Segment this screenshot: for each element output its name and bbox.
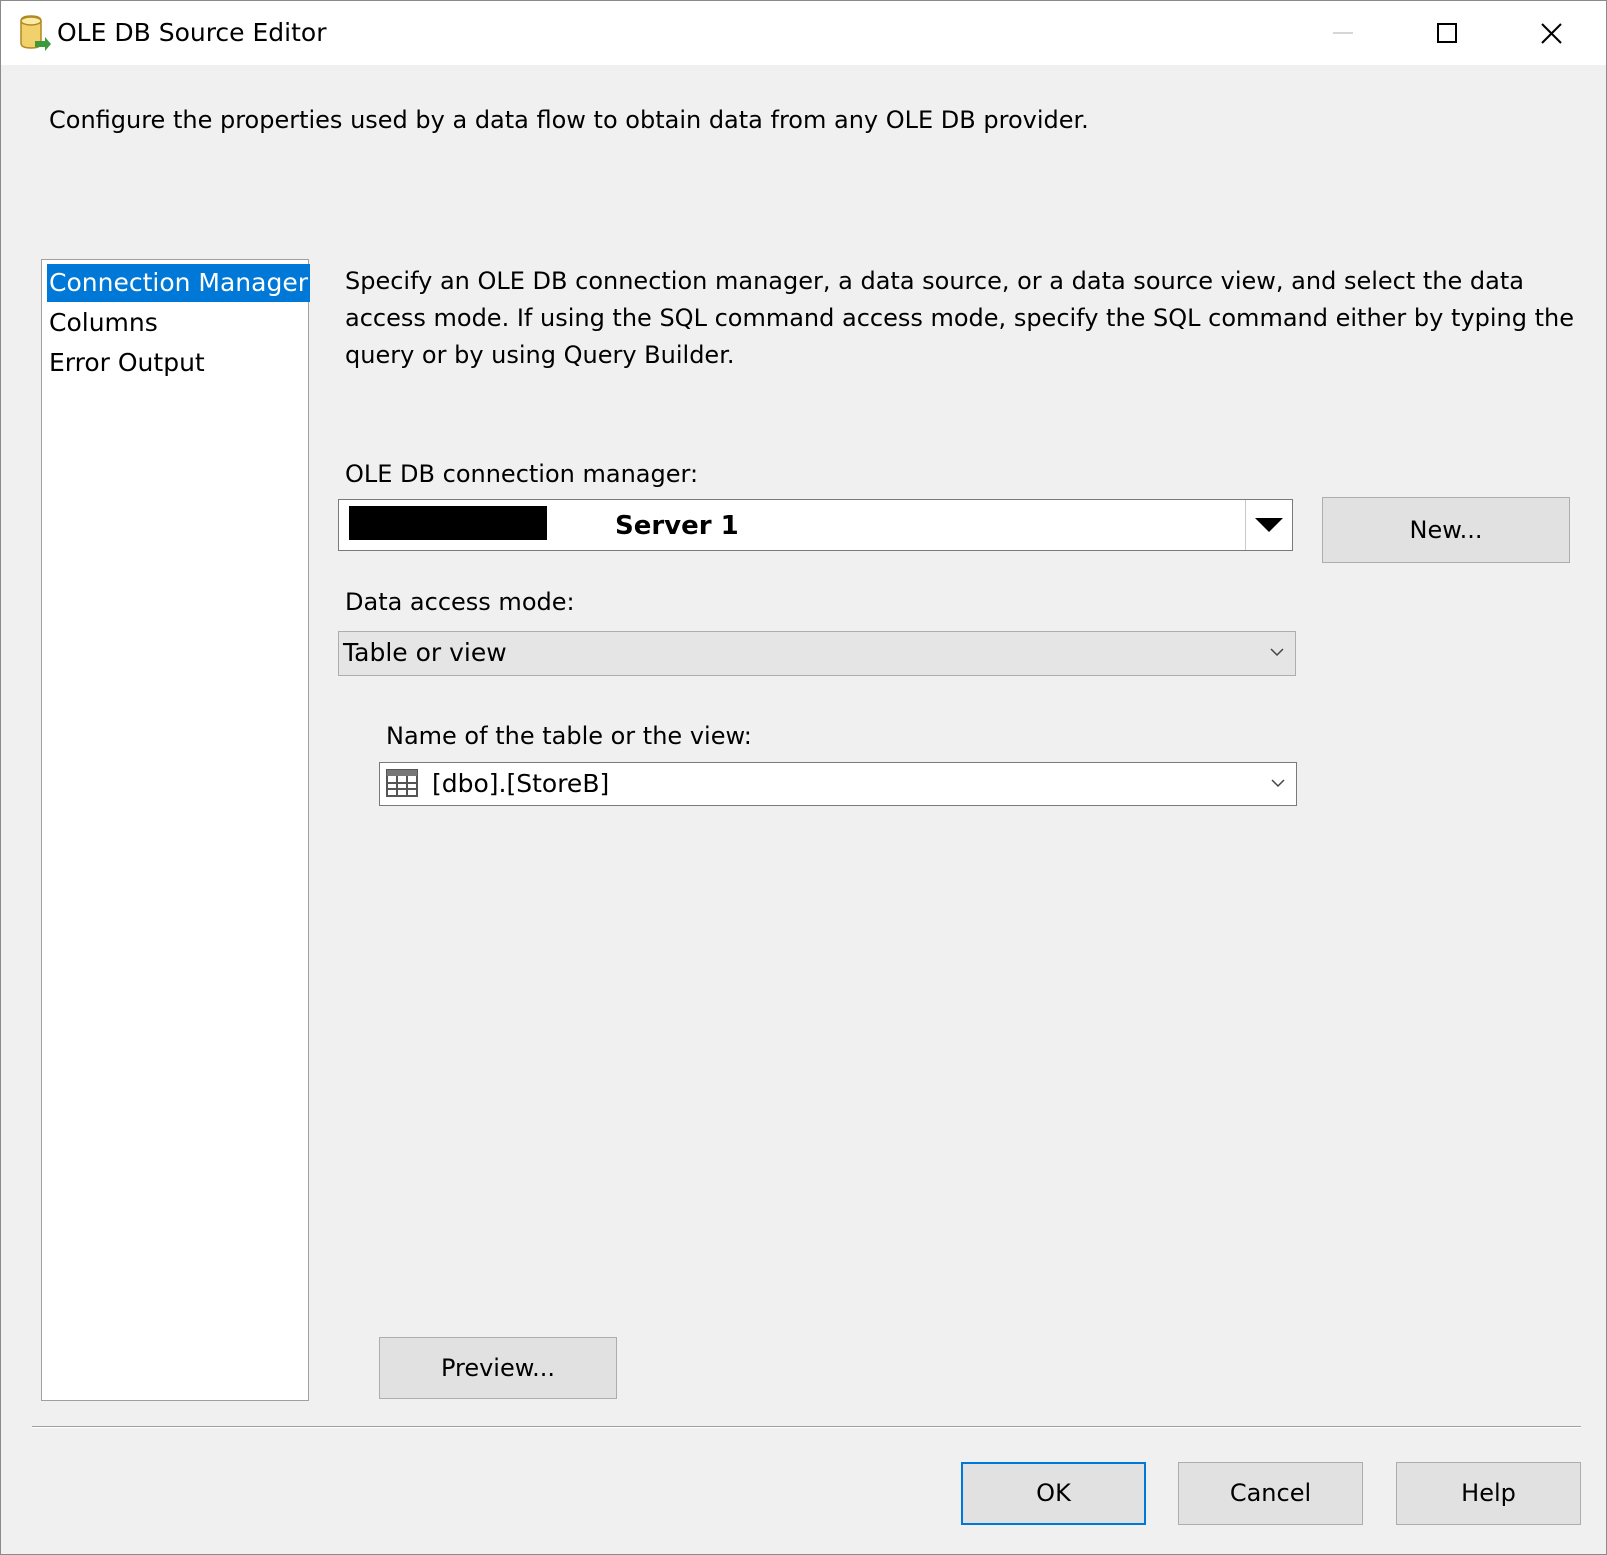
access-mode-select[interactable]: Table or view	[338, 631, 1296, 676]
page-navigation-list: Connection Manager Columns Error Output	[41, 259, 310, 1401]
cancel-button[interactable]: Cancel	[1178, 1462, 1363, 1525]
new-connection-button[interactable]: New...	[1322, 497, 1570, 563]
dropdown-triangle-icon	[1255, 518, 1283, 532]
redacted-box	[349, 506, 547, 540]
table-name-select[interactable]: [dbo].[StoreB]	[379, 762, 1297, 806]
minimize-icon	[1333, 32, 1353, 34]
connection-manager-label: OLE DB connection manager:	[345, 460, 699, 488]
access-mode-value: Table or view	[343, 638, 507, 667]
dialog-description: Configure the properties used by a data …	[49, 106, 1089, 134]
chevron-down-icon	[1270, 648, 1284, 657]
footer-divider	[32, 1426, 1581, 1428]
close-icon	[1541, 23, 1562, 44]
title-bar: OLE DB Source Editor	[1, 1, 1606, 65]
nav-item-columns[interactable]: Columns	[47, 304, 160, 342]
chevron-down-icon	[1271, 779, 1285, 788]
maximize-icon	[1437, 23, 1457, 43]
database-cylinder-icon	[19, 15, 51, 51]
close-button[interactable]	[1501, 1, 1601, 65]
connection-manager-combo[interactable]: Server 1	[338, 499, 1293, 551]
ole-db-source-editor-dialog: OLE DB Source Editor Configure the prope…	[0, 0, 1607, 1555]
window-title: OLE DB Source Editor	[57, 18, 327, 47]
access-mode-label: Data access mode:	[345, 588, 575, 616]
maximize-button[interactable]	[1397, 1, 1497, 65]
connection-manager-value: Server 1	[615, 511, 739, 541]
ok-button[interactable]: OK	[961, 1462, 1146, 1525]
nav-item-connection-manager[interactable]: Connection Manager	[47, 264, 310, 302]
connection-dropdown-button[interactable]	[1245, 500, 1292, 550]
table-grid-icon	[386, 769, 418, 797]
table-name-label: Name of the table or the view:	[386, 722, 752, 750]
help-button[interactable]: Help	[1396, 1462, 1581, 1525]
nav-item-error-output[interactable]: Error Output	[47, 344, 207, 382]
preview-button[interactable]: Preview...	[379, 1337, 617, 1399]
panel-description: Specify an OLE DB connection manager, a …	[345, 267, 1574, 369]
minimize-button[interactable]	[1293, 1, 1393, 65]
table-name-value: [dbo].[StoreB]	[432, 769, 610, 798]
